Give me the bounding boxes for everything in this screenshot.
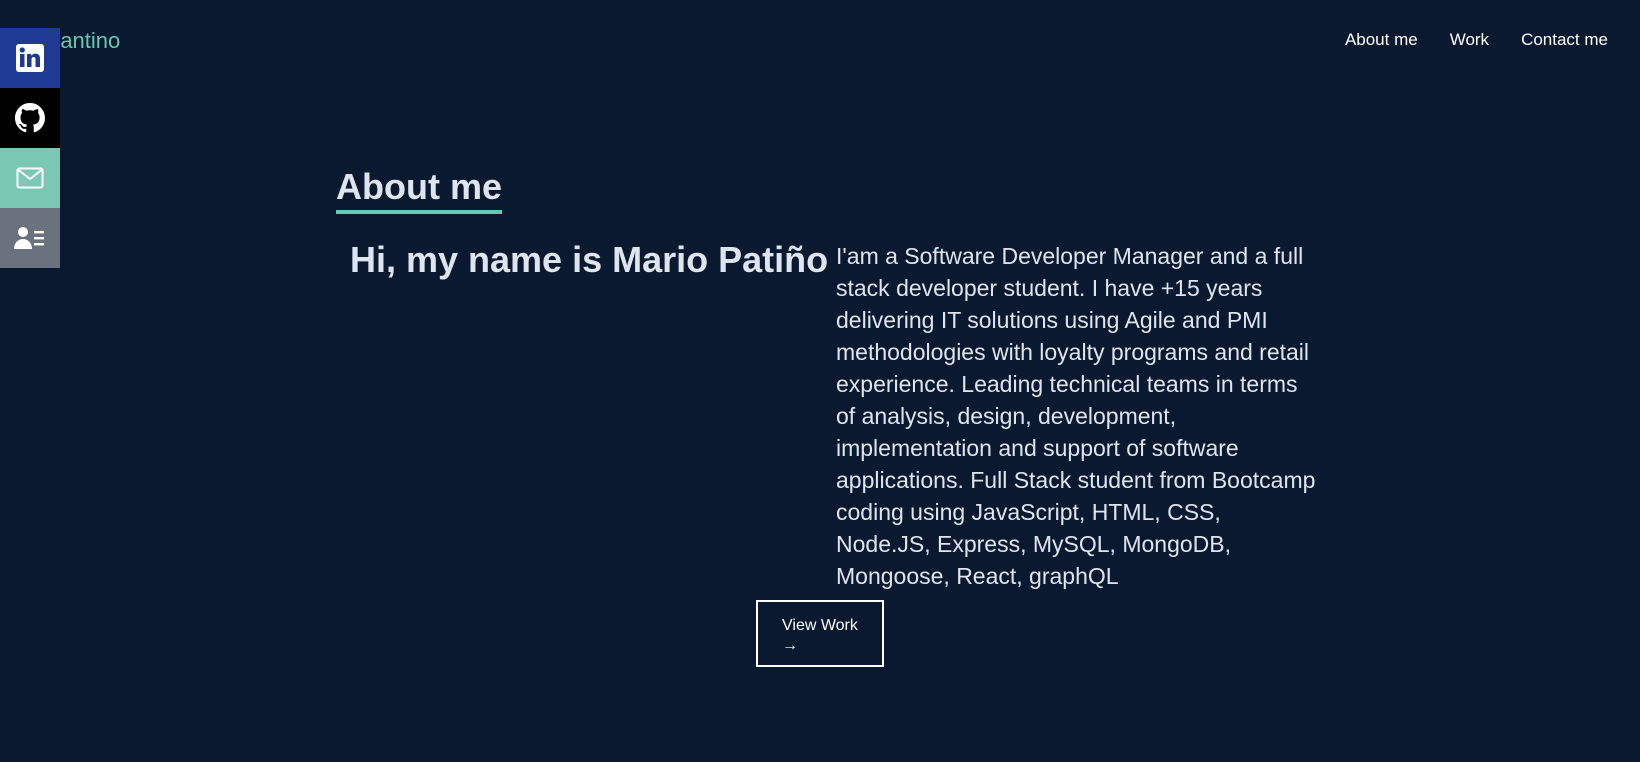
linkedin-icon: [16, 44, 44, 72]
section-title: About me: [336, 166, 502, 214]
email-icon: [16, 167, 44, 189]
github-link[interactable]: [0, 88, 60, 148]
view-work-label: View Work: [782, 617, 858, 634]
resume-link[interactable]: [0, 208, 60, 268]
bio-text: I'am a Software Developer Manager and a …: [836, 243, 1316, 589]
view-work-button[interactable]: View Work →: [756, 600, 884, 667]
github-icon: [15, 103, 45, 133]
nav-link-contact[interactable]: Contact me: [1521, 29, 1608, 51]
page: mantino About me Work Contact me About m…: [0, 0, 1640, 762]
email-link[interactable]: [0, 148, 60, 208]
nav-link-work[interactable]: Work: [1450, 29, 1489, 51]
resume-icon: [14, 227, 44, 249]
nav-link-about[interactable]: About me: [1345, 29, 1418, 51]
social-sidebar: [0, 28, 60, 268]
greeting-heading: Hi, my name is Mario Patiño: [350, 239, 829, 280]
arrow-right-icon: →: [782, 637, 798, 654]
main-nav: About me Work Contact me: [1345, 29, 1608, 51]
linkedin-link[interactable]: [0, 28, 60, 88]
